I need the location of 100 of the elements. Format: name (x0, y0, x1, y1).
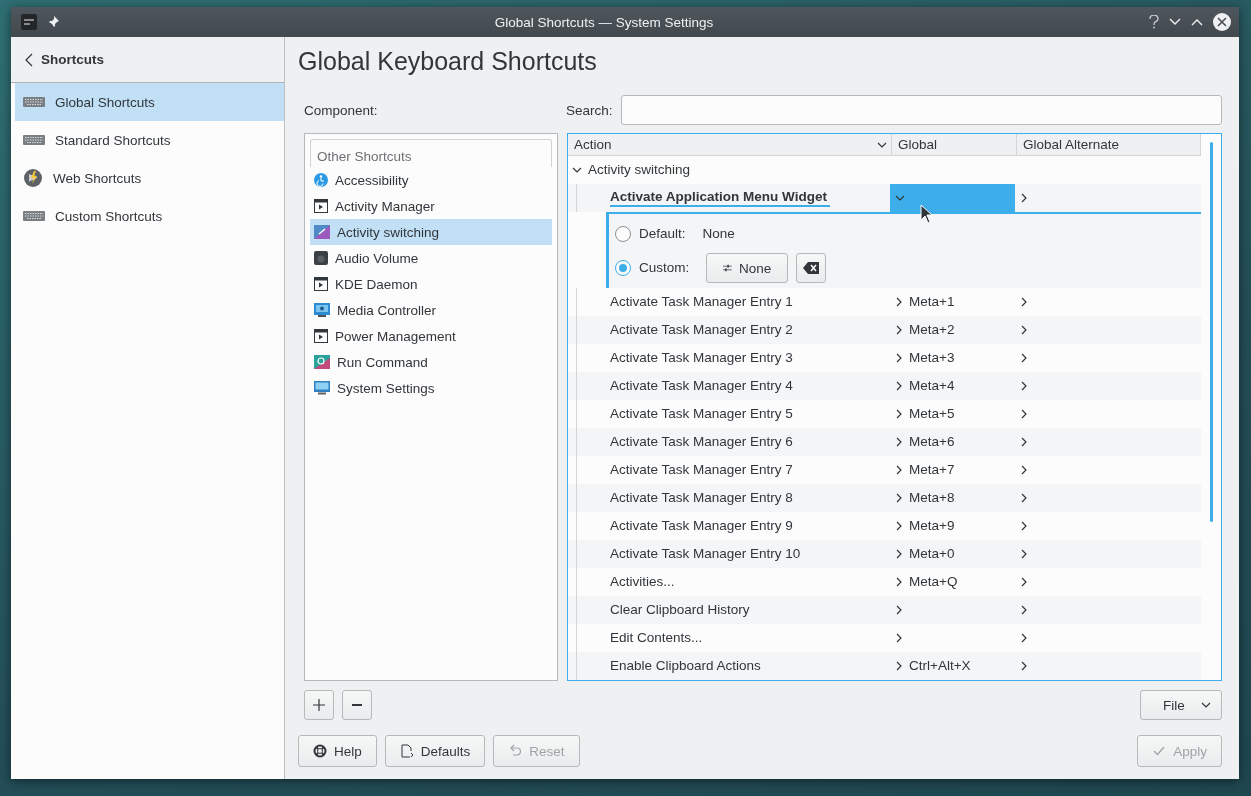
component-item[interactable]: System Settings (310, 375, 552, 401)
clear-button[interactable] (796, 253, 827, 283)
column-header[interactable]: Global (892, 134, 1017, 155)
chevron-right-icon (895, 493, 903, 503)
chevron-right-icon (895, 465, 903, 475)
action-name: Activate Task Manager Entry 4 (610, 378, 794, 394)
sort-indicator-icon (877, 140, 887, 149)
application-icon (314, 277, 328, 291)
action-name: Activate Task Manager Entry 9 (610, 518, 794, 534)
component-item[interactable]: Media Controller (310, 297, 552, 323)
chevron-right-icon (1020, 577, 1028, 587)
pin-icon (47, 16, 59, 28)
table-row[interactable]: Activate Task Manager Entry 10 Meta+0 (568, 540, 1201, 568)
column-header[interactable]: Action (568, 134, 892, 155)
shortcut-text: Ctrl+Alt+X (909, 658, 972, 674)
shortcut-text: Meta+3 (909, 350, 956, 366)
chevron-right-icon (1020, 605, 1028, 615)
help-icon[interactable] (1149, 15, 1159, 29)
keyboard-icon (23, 211, 45, 221)
shortcut-text: Meta+8 (909, 490, 956, 506)
group-name: Activity switching (588, 162, 692, 178)
radio-button[interactable] (615, 226, 631, 242)
action-name: Edit Contents... (610, 630, 704, 646)
chevron-right-icon (895, 549, 903, 559)
add-button[interactable] (304, 690, 334, 720)
component-item[interactable]: Accessibility (310, 167, 552, 193)
action-name: Activate Task Manager Entry 7 (610, 462, 794, 478)
page-title: Global Keyboard Shortcuts (298, 46, 598, 77)
chevron-right-icon (1020, 521, 1028, 531)
scrollbar[interactable] (1210, 142, 1213, 522)
component-item[interactable]: Activity Manager (310, 193, 552, 219)
chevron-right-icon (895, 521, 903, 531)
action-name: Activities... (610, 574, 676, 590)
chevron-right-icon (1020, 297, 1028, 307)
checkmark-icon (1152, 744, 1167, 758)
component-item[interactable]: Power Management (310, 323, 552, 349)
search-field[interactable] (620, 95, 1222, 125)
keyboard-icon (23, 97, 45, 107)
component-item[interactable]: KDE Daemon (310, 271, 552, 297)
maximize-icon[interactable] (1191, 18, 1203, 26)
table-row[interactable]: Enable Clipboard Actions Ctrl+Alt+X (568, 652, 1201, 680)
component-item[interactable]: Run Command (310, 349, 552, 375)
shortcut-text: Meta+9 (909, 518, 956, 534)
action-name: Activate Task Manager Entry 8 (610, 490, 794, 506)
minimize-icon[interactable] (1169, 18, 1181, 26)
table-row[interactable]: Activate Task Manager Entry 4 Meta+4 (568, 372, 1201, 400)
action-name: Activate Task Manager Entry 6 (610, 434, 794, 450)
application-icon (314, 199, 328, 213)
action-name: Activate Task Manager Entry 2 (610, 322, 794, 338)
component-label: Component: (303, 102, 379, 118)
search-label: Search: (565, 102, 613, 118)
radio-button[interactable] (615, 260, 631, 276)
undo-icon (508, 744, 523, 758)
keyboard-icon (23, 135, 45, 145)
plus-icon (312, 698, 326, 712)
sidebar-item[interactable]: Standard Shortcuts (15, 121, 284, 159)
table-row[interactable]: Activate Task Manager Entry 6 Meta+6 (568, 428, 1201, 456)
back-title[interactable]: Shortcuts (41, 52, 104, 67)
shortcut-text: Meta+0 (909, 546, 956, 562)
defaults-button[interactable]: Defaults (384, 735, 486, 767)
close-icon[interactable] (1213, 13, 1231, 31)
document-icon (399, 744, 414, 758)
lifebuoy-icon (313, 744, 327, 758)
backspace-icon (803, 262, 820, 274)
chevron-right-icon (1020, 381, 1028, 391)
speaker-icon (314, 251, 328, 265)
action-name: Enable Clipboard Actions (610, 658, 762, 674)
component-item[interactable]: Activity switching (310, 219, 552, 245)
chevron-right-icon (1020, 633, 1028, 643)
media-screen-icon (314, 303, 330, 317)
monitor-icon (314, 381, 330, 395)
sidebar-item[interactable]: Custom Shortcuts (15, 197, 284, 235)
chevron-right-icon (895, 577, 903, 587)
sliders-icon (723, 263, 732, 273)
chevron-right-icon (895, 633, 903, 643)
chevron-right-icon (1020, 493, 1028, 503)
table-row[interactable]: Clear Clipboard History (568, 596, 1201, 624)
action-name: Activate Task Manager Entry 1 (610, 294, 794, 310)
action-name: Activate Task Manager Entry 3 (610, 350, 794, 366)
table-row[interactable]: Activate Task Manager Entry 2 Meta+2 (568, 316, 1201, 344)
sidebar-item[interactable]: Global Shortcuts (15, 83, 284, 121)
action-name: Clear Clipboard History (610, 602, 751, 618)
help-button[interactable]: Help (298, 735, 377, 767)
component-item[interactable]: Audio Volume (310, 245, 552, 271)
chevron-right-icon (1020, 193, 1028, 203)
chevron-right-icon (1020, 353, 1028, 363)
default-shortcut: None (702, 226, 736, 242)
column-header[interactable]: Global Alternate (1017, 134, 1201, 155)
window-title: Global Shortcuts — System Settings (493, 14, 715, 30)
table-row[interactable]: Activate Application Menu Widget (568, 184, 1201, 212)
table-row[interactable]: Activate Task Manager Entry 8 Meta+8 (568, 484, 1201, 512)
file-dropdown[interactable]: File (1140, 690, 1222, 720)
shortcut-button[interactable]: None (706, 253, 789, 283)
option-label: Default: (639, 226, 687, 242)
sidebar-item[interactable]: Web Shortcuts (15, 159, 284, 197)
shortcut-cell[interactable] (890, 184, 1015, 212)
chevron-right-icon (1020, 325, 1028, 335)
chevron-right-icon (1020, 549, 1028, 559)
shortcut-text: Meta+7 (909, 462, 956, 478)
remove-button[interactable] (342, 690, 372, 720)
